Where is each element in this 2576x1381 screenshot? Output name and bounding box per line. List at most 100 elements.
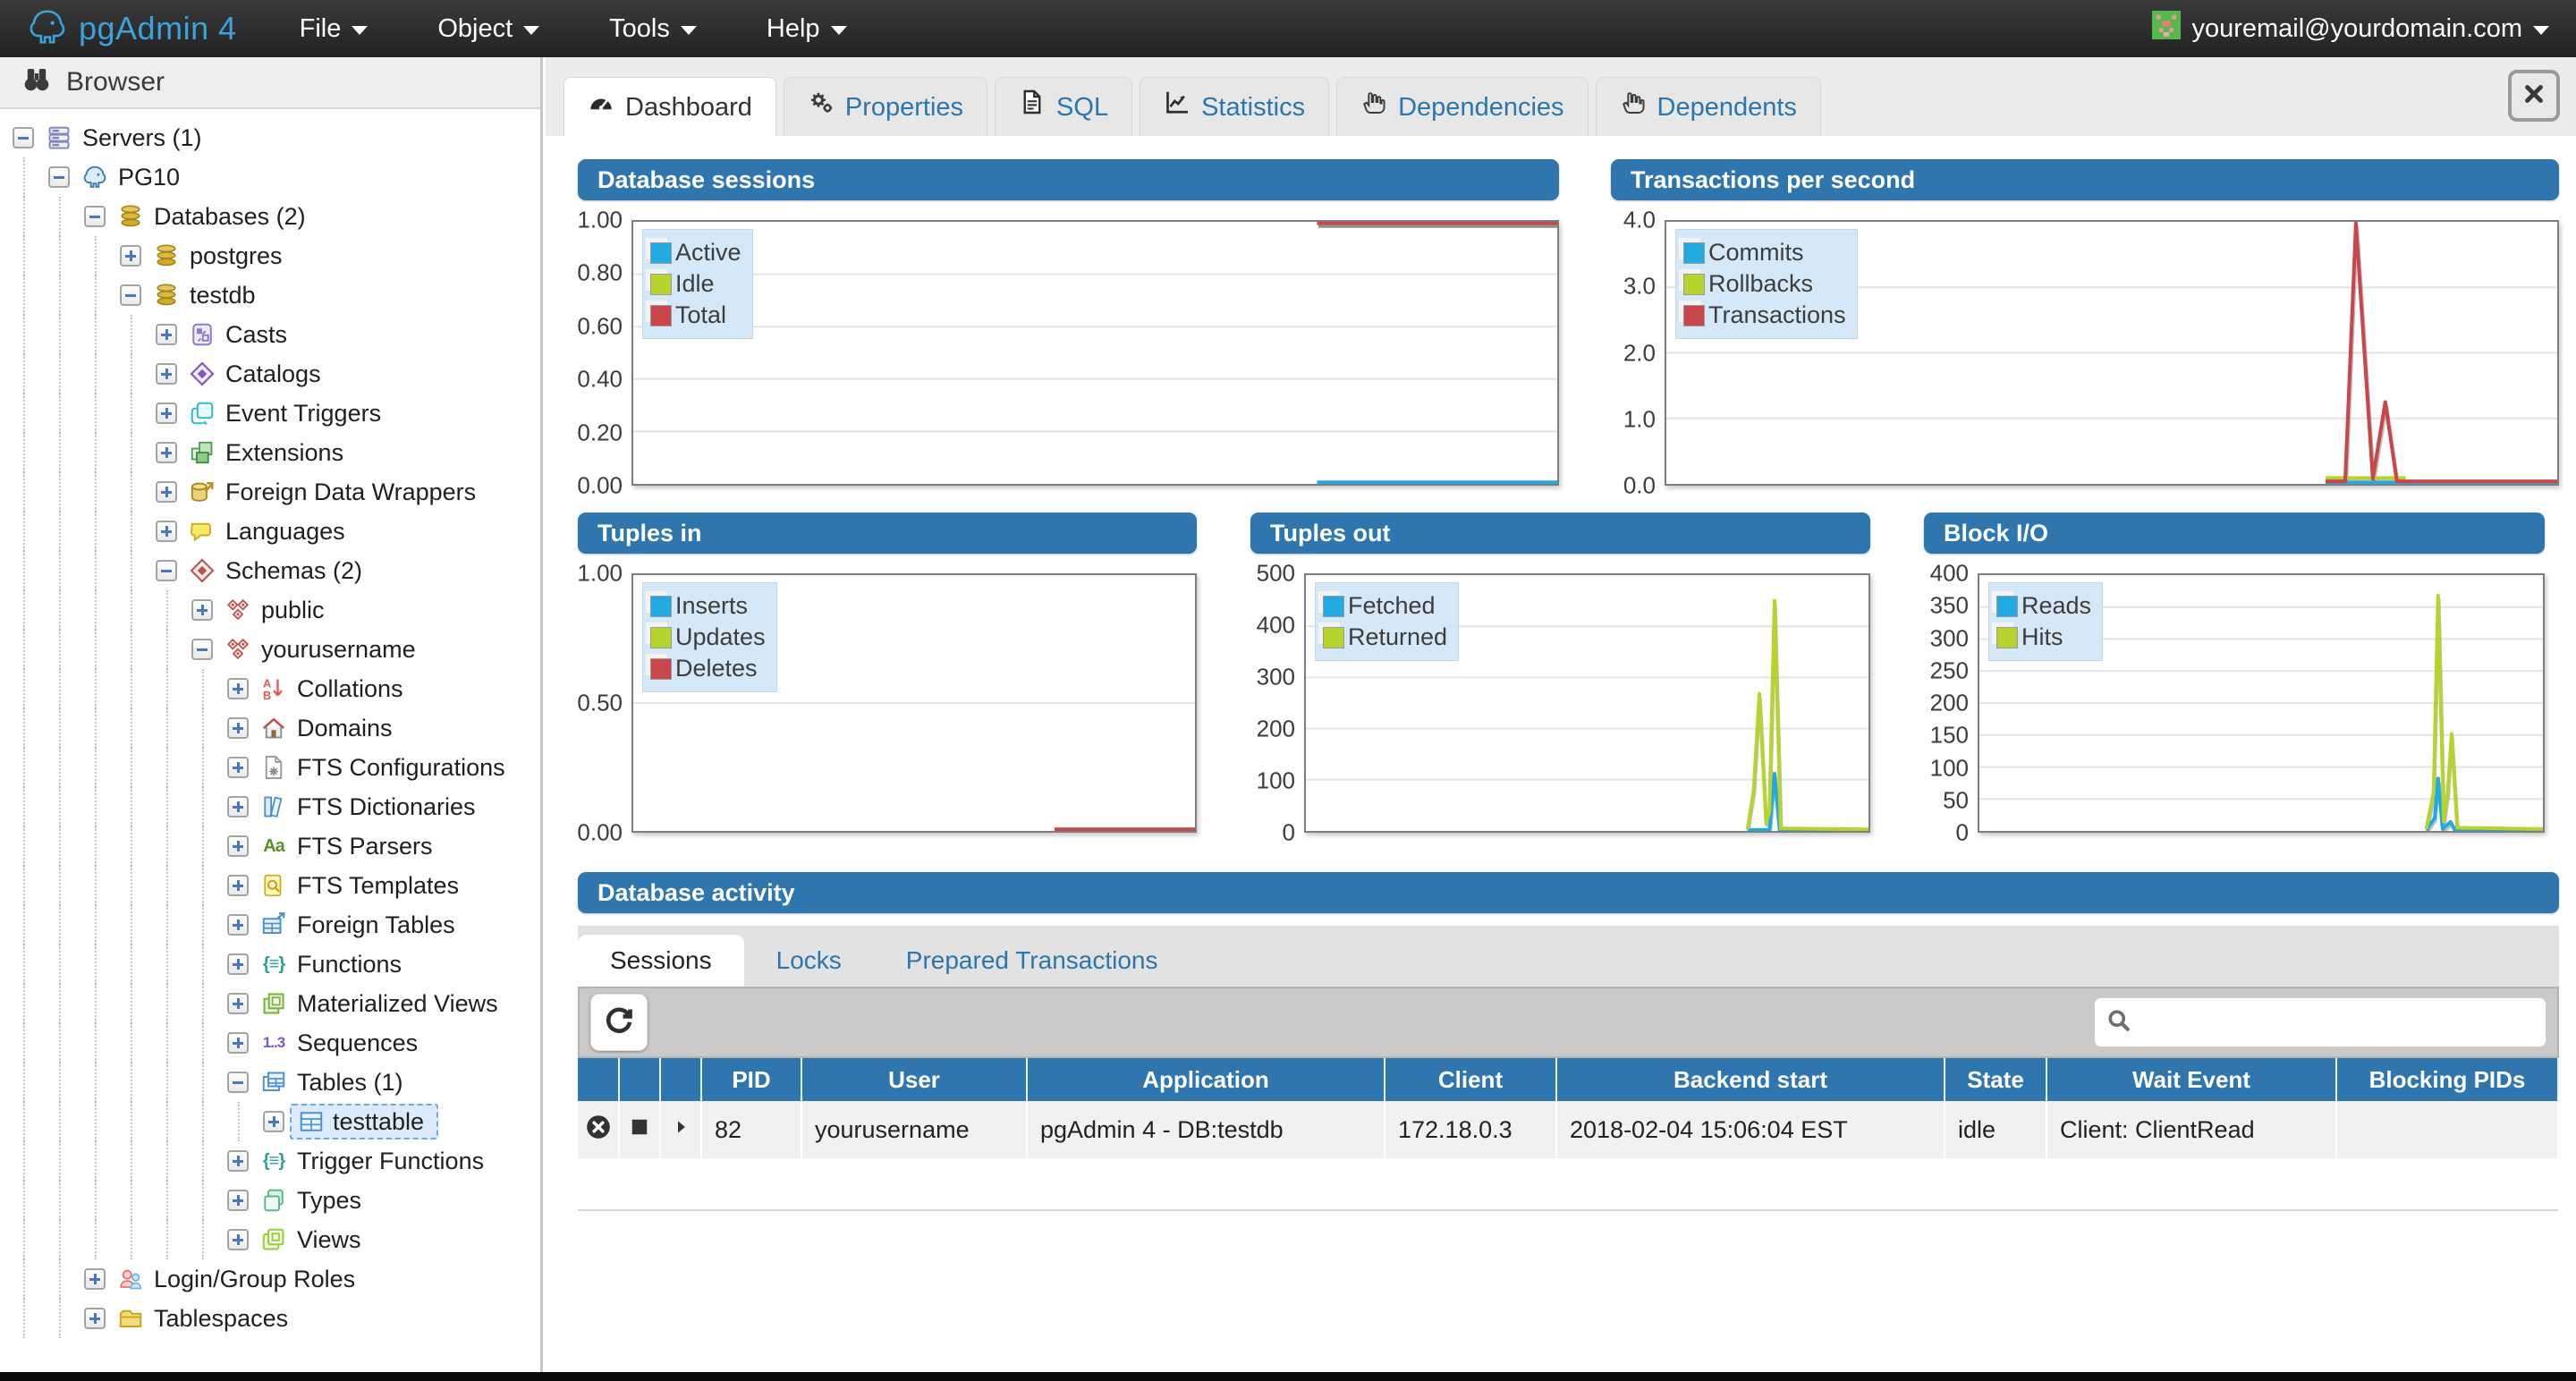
tree-expander-plus-icon[interactable] [84, 1268, 106, 1290]
tree-item-testtable[interactable]: testtable [0, 1102, 540, 1141]
tree-expander-plus-icon[interactable] [263, 1111, 284, 1132]
tree-item-views[interactable]: Views [0, 1220, 540, 1259]
tree-expander-plus-icon[interactable] [227, 796, 249, 818]
tree-item-yourusername[interactable]: yourusername [0, 630, 540, 669]
tree-item-sequences[interactable]: 1..3 Sequences [0, 1023, 540, 1063]
tree-expander-plus-icon[interactable] [227, 914, 249, 936]
tree-expander-plus-icon[interactable] [120, 245, 141, 267]
tree-item-postgres[interactable]: postgres [0, 236, 540, 275]
tree-expander-plus-icon[interactable] [227, 1150, 249, 1172]
tree-expander-plus-icon[interactable] [227, 678, 249, 699]
menu-file[interactable]: File [300, 14, 369, 44]
tree-expander-plus-icon[interactable] [156, 521, 177, 542]
tree-item-functions[interactable]: {≡} Functions [0, 945, 540, 984]
tree-item-schemas-2[interactable]: Schemas (2) [0, 551, 540, 590]
expand-row-button[interactable] [660, 1101, 702, 1158]
search-input[interactable] [2140, 1008, 2535, 1037]
tree-expander-plus-icon[interactable] [227, 757, 249, 778]
tree-item-materialized-views[interactable]: Materialized Views [0, 984, 540, 1023]
tab-label: Dashboard [625, 92, 752, 122]
tree-item-tablespaces[interactable]: Tablespaces [0, 1299, 540, 1338]
tree-item-foreign-data-wrappers[interactable]: Foreign Data Wrappers [0, 472, 540, 512]
tree-expander-plus-icon[interactable] [227, 1032, 249, 1054]
tree-expander-minus-icon[interactable] [13, 127, 34, 148]
menu-help[interactable]: Help [767, 14, 847, 44]
tree-item-domains[interactable]: Domains [0, 708, 540, 748]
tab-dashboard[interactable]: Dashboard [564, 77, 776, 136]
tree-expander-minus-icon[interactable] [120, 284, 141, 306]
cancel-session-button[interactable] [578, 1101, 620, 1158]
tree-item-foreign-tables[interactable]: Foreign Tables [0, 905, 540, 945]
tree-expander-minus-icon[interactable] [84, 206, 106, 227]
tree-item-languages[interactable]: Languages [0, 512, 540, 551]
fdw-icon [188, 478, 216, 506]
tree-expander-plus-icon[interactable] [156, 324, 177, 345]
tree-expander-minus-icon[interactable] [227, 1072, 249, 1093]
refresh-button[interactable] [590, 994, 648, 1051]
tree-item-extensions[interactable]: Extensions [0, 433, 540, 472]
tree-item-fts-dictionaries[interactable]: FTS Dictionaries [0, 787, 540, 826]
tab-properties[interactable]: Properties [783, 77, 988, 136]
tab-sql[interactable]: SQL [995, 77, 1133, 136]
tree-item-servers-1[interactable]: Servers (1) [0, 118, 540, 157]
tree-expander-plus-icon[interactable] [227, 875, 249, 896]
tree-item-databases-2[interactable]: Databases (2) [0, 197, 540, 236]
tree-guide-line [95, 787, 97, 826]
tree-expander-minus-icon[interactable] [156, 560, 177, 581]
tree-item-login-group-roles[interactable]: Login/Group Roles [0, 1259, 540, 1299]
block-io-panel: Block I/O 400 350 300 250 200 150 100 50 0 Reads… [1924, 513, 2545, 846]
tree-item-testdb[interactable]: testdb [0, 275, 540, 315]
user-menu[interactable]: youremail@yourdomain.com [2152, 11, 2549, 47]
terminate-session-button[interactable] [619, 1101, 661, 1158]
tree-guide-line [59, 669, 61, 708]
tree-expander-plus-icon[interactable] [227, 953, 249, 975]
legend-swatch [1683, 273, 1705, 295]
tree-item-event-triggers[interactable]: Event Triggers [0, 394, 540, 433]
tree-expander-plus-icon[interactable] [156, 481, 177, 503]
sessions-chart: Active Idle Total [631, 220, 1559, 486]
tab-statistics[interactable]: Statistics [1140, 77, 1330, 136]
menu-object[interactable]: Object [437, 14, 540, 44]
tree-item-label: Schemas (2) [225, 556, 363, 584]
sessions-plot-svg [633, 222, 1557, 484]
tree-item-collations[interactable]: A B Collations [0, 669, 540, 708]
activity-tab-locks[interactable]: Locks [744, 935, 874, 987]
activity-tab-sessions[interactable]: Sessions [578, 935, 744, 987]
activity-tab-prepared-transactions[interactable]: Prepared Transactions [874, 935, 1191, 987]
tree-item-fts-templates[interactable]: FTS Templates [0, 866, 540, 905]
tree-item-types[interactable]: Types [0, 1181, 540, 1220]
tree-item-pg10[interactable]: PG10 [0, 157, 540, 197]
tree-expander-minus-icon[interactable] [191, 639, 213, 660]
close-panel-button[interactable] [2508, 70, 2560, 122]
tree-selected-item[interactable]: testtable [290, 1104, 439, 1140]
tree-item-fts-configurations[interactable]: FTS Configurations [0, 748, 540, 787]
tree-expander-plus-icon[interactable] [156, 442, 177, 463]
tree-guide-line [23, 1063, 25, 1102]
tree-expander-plus-icon[interactable] [227, 717, 249, 739]
tree-expander-minus-icon[interactable] [48, 166, 70, 188]
tree-expander-plus-icon[interactable] [227, 835, 249, 857]
tree-expander-plus-icon[interactable] [156, 402, 177, 424]
tree-guide-line [202, 748, 204, 787]
tree-guide-line [59, 236, 61, 275]
tree-guide-line [131, 1023, 132, 1063]
tab-label: Statistics [1201, 92, 1306, 122]
tree-expander-plus-icon[interactable] [227, 1229, 249, 1250]
tree-item-tables-1[interactable]: Tables (1) [0, 1063, 540, 1102]
tree-expander-plus-icon[interactable] [227, 993, 249, 1014]
tree-item-fts-parsers[interactable]: Aa FTS Parsers [0, 826, 540, 866]
tree-item-casts[interactable]: Casts [0, 315, 540, 354]
tab-dependencies[interactable]: Dependencies [1336, 77, 1589, 136]
tree-expander-plus-icon[interactable] [227, 1190, 249, 1211]
tree-guide-line [59, 551, 61, 590]
tree-expander-plus-icon[interactable] [84, 1308, 106, 1329]
tree-item-public[interactable]: public [0, 590, 540, 630]
tree-item-catalogs[interactable]: Catalogs [0, 354, 540, 394]
tree-item-trigger-functions[interactable]: {≡} Trigger Functions [0, 1141, 540, 1181]
tree-expander-plus-icon[interactable] [191, 599, 213, 621]
menu-tools[interactable]: Tools [609, 14, 697, 44]
legend-label: Reads [2021, 592, 2092, 619]
tree-expander-plus-icon[interactable] [156, 363, 177, 385]
y-tick-label: 300 [1929, 624, 1969, 651]
tab-dependents[interactable]: Dependents [1595, 77, 1821, 136]
